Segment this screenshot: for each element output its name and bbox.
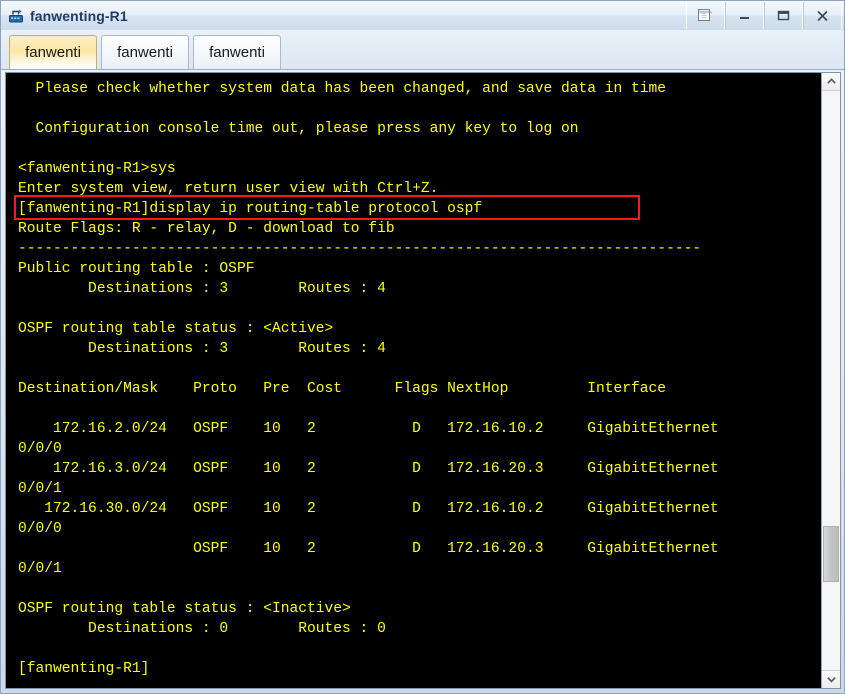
window-controls	[686, 1, 842, 30]
tab-label: fanwenti	[209, 44, 265, 61]
router-icon	[7, 7, 25, 25]
scrollbar-track[interactable]	[822, 91, 840, 670]
terminal-window: fanwenting-R1 fanwenti fanwenti fanwenti…	[0, 0, 845, 694]
close-button[interactable]	[803, 2, 842, 29]
scrollbar-thumb[interactable]	[823, 526, 839, 582]
chevron-up-icon[interactable]	[822, 73, 840, 91]
terminal-output[interactable]: Please check whether system data has bee…	[6, 73, 821, 688]
terminal-scrollbar[interactable]	[821, 73, 840, 688]
restore-button[interactable]	[686, 2, 725, 29]
tab-fanwenti-3[interactable]: fanwenti	[193, 35, 281, 69]
terminal-text: Please check whether system data has bee…	[18, 81, 719, 677]
tab-label: fanwenti	[25, 44, 81, 61]
chevron-down-icon[interactable]	[822, 670, 840, 688]
minimize-button[interactable]	[725, 2, 764, 29]
maximize-button[interactable]	[764, 2, 803, 29]
tab-label: fanwenti	[117, 44, 173, 61]
window-title: fanwenting-R1	[30, 7, 128, 24]
terminal-area: Please check whether system data has bee…	[5, 72, 841, 689]
title-bar: fanwenting-R1	[1, 1, 844, 30]
tab-fanwenti-1[interactable]: fanwenti	[9, 35, 97, 69]
tab-strip: fanwenti fanwenti fanwenti	[1, 30, 844, 70]
tab-fanwenti-2[interactable]: fanwenti	[101, 35, 189, 69]
